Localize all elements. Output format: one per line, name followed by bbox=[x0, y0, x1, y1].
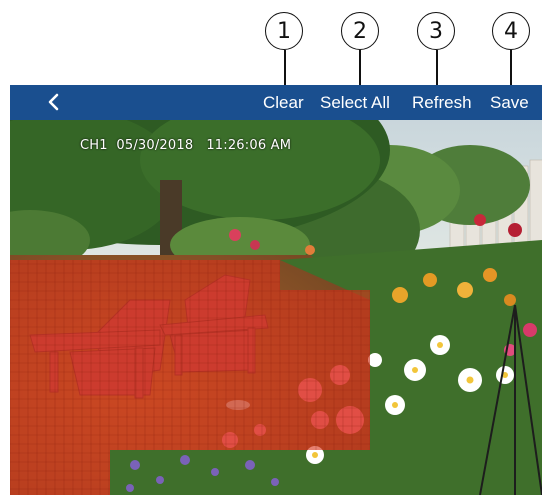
callout-3-leader bbox=[436, 50, 438, 90]
select-all-button[interactable]: Select All bbox=[320, 85, 390, 120]
motion-detection-screen: 1 2 3 4 Clear Select All Refresh Save CH… bbox=[0, 0, 542, 495]
motion-detection-grid[interactable] bbox=[10, 120, 542, 495]
motion-toolbar: Clear Select All Refresh Save bbox=[10, 85, 542, 120]
refresh-button[interactable]: Refresh bbox=[412, 85, 472, 120]
callout-2-leader bbox=[359, 50, 361, 90]
callout-4: 4 bbox=[492, 12, 530, 50]
callout-1: 1 bbox=[265, 12, 303, 50]
back-button[interactable] bbox=[38, 87, 68, 117]
clear-button[interactable]: Clear bbox=[263, 85, 304, 120]
save-button[interactable]: Save bbox=[490, 85, 529, 120]
camera-view[interactable]: CH1 05/30/2018 11:26:06 AM bbox=[10, 120, 542, 495]
callout-1-leader bbox=[284, 50, 286, 90]
chevron-left-icon bbox=[48, 93, 59, 111]
callout-3: 3 bbox=[417, 12, 455, 50]
callout-4-leader bbox=[510, 50, 512, 90]
callout-2: 2 bbox=[341, 12, 379, 50]
